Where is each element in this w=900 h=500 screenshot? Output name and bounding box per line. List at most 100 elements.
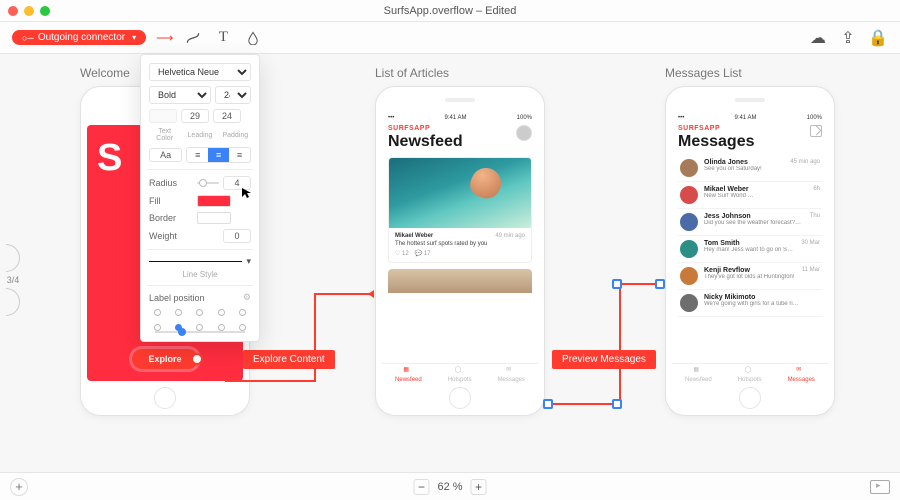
- message-preview: We're going with girls for a tube ri…: [704, 301, 814, 307]
- artboard-articles[interactable]: List of Articles •••9:41 AM100% SURFSAPP…: [375, 66, 545, 416]
- avatar: [680, 240, 698, 258]
- weight-value[interactable]: 0: [223, 229, 251, 243]
- connector-arrow-icon: ⟶: [156, 31, 173, 45]
- message-name: Jess Johnson: [704, 213, 804, 220]
- avatar[interactable]: [516, 125, 532, 141]
- weight-label: Weight: [149, 231, 193, 241]
- outgoing-connector-pill[interactable]: ○─Outgoing connector: [12, 30, 146, 45]
- article-card[interactable]: Mikael Weber 49 min ago The hottest surf…: [388, 157, 532, 263]
- connector-handle-icon[interactable]: [543, 399, 553, 409]
- app-footer: + − 62 % +: [0, 472, 900, 500]
- fill-swatch[interactable]: [197, 195, 231, 207]
- line-style-preview: [149, 261, 242, 262]
- present-button[interactable]: [870, 480, 890, 494]
- tab-newsfeed[interactable]: ▦Newsfeed: [395, 366, 422, 383]
- welcome-logo-letter: S: [97, 139, 122, 177]
- font-weight-select[interactable]: Bold: [149, 86, 211, 104]
- connector-label-preview[interactable]: Preview Messages: [552, 350, 656, 369]
- phone-speaker-icon: [735, 98, 765, 102]
- screen-heading: Newsfeed: [388, 133, 463, 151]
- tab-hotspots[interactable]: ◯Hotspots: [738, 366, 762, 383]
- message-row[interactable]: Mikael WeberNew Surf World … 6h: [678, 182, 822, 209]
- message-name: Mikael Weber: [704, 186, 807, 193]
- zoom-level: 62 %: [437, 481, 462, 493]
- text-tool-icon[interactable]: T: [213, 28, 233, 48]
- compose-icon[interactable]: [810, 125, 822, 137]
- article-time: 49 min ago: [495, 233, 525, 239]
- zoom-in-button[interactable]: +: [471, 479, 487, 495]
- text-align-segmented[interactable]: ≡ ≡ ≡: [186, 147, 251, 163]
- align-right-icon[interactable]: ≡: [229, 148, 250, 162]
- gear-icon[interactable]: ⚙: [243, 292, 251, 303]
- message-name: Olinda Jones: [704, 159, 784, 166]
- article-text: The hottest surf spots rated by you: [395, 241, 525, 247]
- message-time: 6h: [813, 186, 820, 192]
- message-row[interactable]: Kenji RevflowThey've got lot olds at Hun…: [678, 263, 822, 290]
- label-position-label: Label position: [149, 293, 205, 303]
- connector-label-explore[interactable]: Explore Content: [243, 350, 335, 369]
- zoom-out-button[interactable]: −: [413, 479, 429, 495]
- border-swatch[interactable]: [197, 212, 231, 224]
- message-name: Kenji Revflow: [704, 267, 796, 274]
- artboard-messages[interactable]: Messages List •••9:41 AM100% SURFSAPP Me…: [665, 66, 835, 416]
- zoom-window-icon[interactable]: [40, 6, 50, 16]
- leading-caption: Leading: [184, 132, 215, 139]
- close-window-icon[interactable]: [8, 6, 18, 16]
- share-icon[interactable]: ⇪: [838, 28, 858, 48]
- phone-home-button-icon: [739, 387, 761, 409]
- tab-messages[interactable]: ✉Messages: [788, 366, 815, 383]
- phone-home-button-icon: [449, 387, 471, 409]
- message-preview: They've got lot olds at Huntington!: [704, 274, 796, 280]
- window-title: SurfsApp.overflow – Edited: [384, 5, 517, 17]
- connector-handle-icon[interactable]: [612, 279, 622, 289]
- connector-handle-icon[interactable]: [655, 279, 665, 289]
- cloud-icon[interactable]: ☁: [808, 28, 828, 48]
- explore-button[interactable]: Explore: [132, 349, 197, 369]
- leading-input[interactable]: 29: [181, 109, 209, 123]
- connector-s-tool-icon[interactable]: [183, 28, 203, 48]
- design-canvas[interactable]: 3/4 Welcome S D text ut labor Explore Li…: [0, 54, 900, 472]
- app-toolbar: ○─Outgoing connector ⟶ T ☁ ⇪ 🔒: [0, 22, 900, 54]
- font-size-select[interactable]: 24: [215, 86, 251, 104]
- connector-handle-icon[interactable]: [612, 399, 622, 409]
- message-row[interactable]: Jess JohnsonDid you see the weather fore…: [678, 209, 822, 236]
- phone-home-button-icon: [154, 387, 176, 409]
- drop-tool-icon[interactable]: [243, 28, 263, 48]
- article-image: [389, 158, 531, 228]
- message-row[interactable]: Tom SmithHey man! Jess want to go on Sat…: [678, 236, 822, 263]
- text-transform-button[interactable]: Aa: [149, 148, 182, 162]
- tab-newsfeed[interactable]: ▦Newsfeed: [685, 366, 712, 383]
- avatar: [680, 213, 698, 231]
- page-indicator[interactable]: 3/4: [6, 244, 20, 316]
- tab-bar: ▦Newsfeed ◯Hotspots ✉Messages: [382, 363, 538, 385]
- article-meta: ♡ 12 💬 17: [395, 250, 525, 257]
- label-position-grid[interactable]: [151, 309, 249, 331]
- radius-value[interactable]: 4: [223, 176, 251, 190]
- minimize-window-icon[interactable]: [24, 6, 34, 16]
- align-left-icon[interactable]: ≡: [187, 148, 208, 162]
- avatar: [680, 267, 698, 285]
- page-indicator-label: 3/4: [7, 275, 20, 285]
- tab-hotspots[interactable]: ◯Hotspots: [448, 366, 472, 383]
- avatar: [680, 159, 698, 177]
- line-style-caption: Line Style: [149, 270, 251, 279]
- message-preview: New Surf World …: [704, 193, 807, 199]
- add-page-button[interactable]: +: [10, 478, 28, 496]
- message-row[interactable]: Olinda JonesSee you on Saturday!45 min a…: [678, 155, 822, 182]
- tab-bar: ▦Newsfeed ◯Hotspots ✉Messages: [672, 363, 828, 385]
- tab-messages[interactable]: ✉Messages: [498, 366, 525, 383]
- connector-style-popover: Helvetica Neue Bold 24 29 24 Text Color …: [140, 54, 260, 342]
- article-peek-image: [388, 269, 532, 293]
- artboard-title: List of Articles: [375, 66, 545, 80]
- message-row[interactable]: Nicky MikimotoWe're going with girls for…: [678, 290, 822, 317]
- message-preview: Hey man! Jess want to go on Saturd…: [704, 247, 795, 253]
- line-style-dropdown-icon[interactable]: ▾: [246, 256, 251, 267]
- text-color-swatch[interactable]: [149, 109, 177, 123]
- radius-slider[interactable]: [197, 182, 219, 184]
- lock-icon[interactable]: 🔒: [868, 28, 888, 48]
- radius-label: Radius: [149, 178, 193, 188]
- align-center-icon[interactable]: ≡: [208, 148, 229, 162]
- font-family-select[interactable]: Helvetica Neue: [149, 63, 251, 81]
- padding-input[interactable]: 24: [213, 109, 241, 123]
- message-time: 30 Mar: [801, 240, 820, 246]
